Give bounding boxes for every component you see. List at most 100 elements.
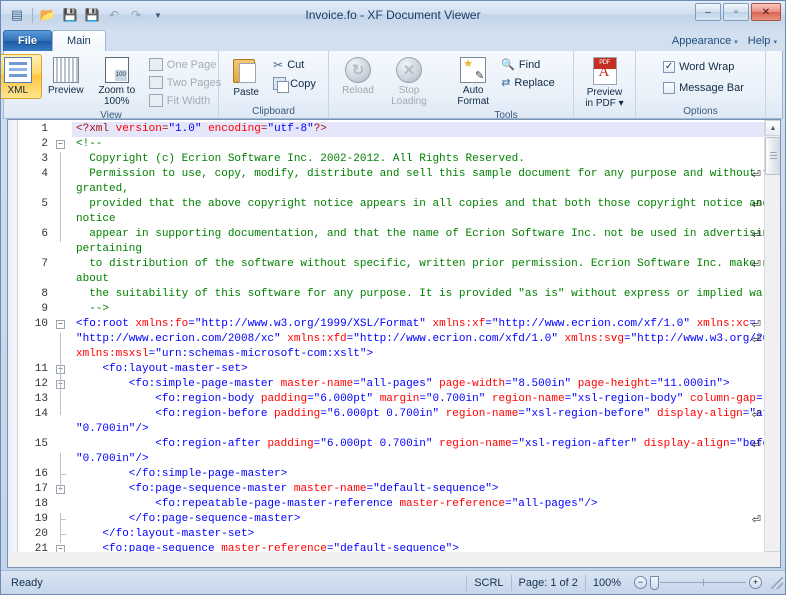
zoom-out-button[interactable]: − <box>634 576 647 589</box>
find-icon: 🔍 <box>501 59 515 71</box>
save-as-icon[interactable]: 💾 <box>82 5 102 25</box>
code-line[interactable]: notice <box>72 212 764 227</box>
button-fit-width[interactable]: Fit Width <box>146 92 226 109</box>
code-line[interactable]: <fo:page-sequence-master master-name="de… <box>72 482 764 497</box>
button-two-pages[interactable]: Two Pages <box>146 74 226 91</box>
code-line[interactable]: granted, <box>72 182 764 197</box>
status-bar: Ready SCRL Page: 1 of 2 100% − + <box>1 570 785 594</box>
code-line[interactable]: <fo:root xmlns:fo="http://www.w3.org/199… <box>72 317 764 332</box>
code-token: <fo:layout-master-set> <box>76 363 248 375</box>
fold-collapse-icon[interactable]: − <box>56 140 65 149</box>
button-one-page[interactable]: One Page <box>146 56 226 73</box>
maximize-button[interactable]: ▫ <box>723 3 749 21</box>
code-line[interactable]: the suitability of this software for any… <box>72 287 764 302</box>
code-line[interactable]: </fo:page-sequence-master> <box>72 512 764 527</box>
customize-qat-icon[interactable]: ▼ <box>148 5 168 25</box>
code-line[interactable]: "http://www.ecrion.com/2008/xc" xmlns:xf… <box>72 332 764 347</box>
code-line[interactable]: <fo:repeatable-page-master-reference mas… <box>72 497 764 512</box>
code-line[interactable]: "0.700in"/> <box>72 452 764 467</box>
code-line[interactable]: <fo:region-before padding="6.000pt 0.700… <box>72 407 764 422</box>
code-line[interactable]: provided that the above copyright notice… <box>72 197 764 212</box>
resize-grip-icon[interactable] <box>771 576 783 589</box>
replace-icon: ⇄ <box>501 77 511 89</box>
button-replace[interactable]: ⇄ Replace <box>498 74 560 91</box>
app-icon[interactable]: ▤ <box>7 5 27 25</box>
button-xml-view[interactable]: XML <box>1 54 42 99</box>
button-preview-view[interactable]: Preview <box>42 54 90 99</box>
editor-vertical-scrollbar[interactable]: ▲ ▼ <box>764 120 780 567</box>
code-token: "xsl-region-before" <box>524 408 651 420</box>
code-line[interactable]: <!-- <box>72 137 764 152</box>
scroll-thumb[interactable] <box>765 137 780 175</box>
tab-file[interactable]: File <box>3 30 52 51</box>
fold-cell: − <box>52 317 72 332</box>
menu-help[interactable]: Help ▾ <box>748 35 777 47</box>
button-copy[interactable]: Copy <box>270 75 321 93</box>
code-line[interactable]: appear in supporting documentation, and … <box>72 227 764 242</box>
button-label: Fit Width <box>166 94 211 107</box>
code-line[interactable]: Permission to use, copy, modify, distrib… <box>72 167 764 182</box>
checkbox-word-wrap[interactable]: ✓ Word Wrap <box>660 59 739 75</box>
redo-icon[interactable]: ↷ <box>126 5 146 25</box>
code-token: "http://www.ecrion.com/xfd/1.0" <box>353 333 558 345</box>
code-token: "http://www.w3.org/1999/XSL/Format" <box>194 318 426 330</box>
button-auto-format[interactable]: Auto Format <box>450 54 496 110</box>
ribbon-group-clipboard: Paste ✂ Cut Copy Clipboard <box>219 51 329 118</box>
open-icon[interactable]: 📂 <box>38 5 58 25</box>
minimize-button[interactable]: – <box>695 3 721 21</box>
zoom-in-button[interactable]: + <box>749 576 762 589</box>
code-line[interactable]: </fo:simple-page-master> <box>72 467 764 482</box>
zoom-slider[interactable]: − + <box>628 575 768 590</box>
code-line[interactable]: <fo:region-body padding="6.000pt" margin… <box>72 392 764 407</box>
button-find[interactable]: 🔍 Find <box>498 56 560 73</box>
fold-cell <box>52 467 72 482</box>
code-line[interactable]: Copyright (c) Ecrion Software Inc. 2002-… <box>72 152 764 167</box>
button-paste[interactable]: Paste <box>224 54 268 101</box>
menu-appearance[interactable]: Appearance ▾ <box>672 35 738 47</box>
tools-actions: 🔍 Find ⇄ Replace <box>496 54 562 91</box>
button-zoom-to-100[interactable]: Zoom to 100% <box>90 54 144 110</box>
code-line[interactable]: <fo:layout-master-set> <box>72 362 764 377</box>
scroll-up-icon[interactable]: ▲ <box>765 120 780 136</box>
checkbox-unchecked-icon <box>663 82 676 94</box>
xml-editor[interactable]: 1234567891011121314151617181920212223242… <box>7 119 781 568</box>
code-text-area[interactable]: <?xml version="1.0" encoding="utf-8"?> <!… <box>72 120 764 567</box>
code-token: region-name <box>445 408 519 420</box>
close-button[interactable]: ✕ <box>751 3 781 21</box>
line-number <box>18 212 52 227</box>
tab-main[interactable]: Main <box>51 30 106 51</box>
checkbox-message-bar[interactable]: Message Bar <box>660 80 749 96</box>
code-line[interactable]: </fo:layout-master-set> <box>72 527 764 542</box>
button-cut[interactable]: ✂ Cut <box>270 56 321 74</box>
reload-icon: ↻ <box>345 57 371 83</box>
code-token: <fo:simple-page-master <box>76 378 281 390</box>
code-line[interactable]: "0.700in"/> <box>72 422 764 437</box>
button-preview-in-pdf[interactable]: Preview in PDF ▾ <box>578 54 632 112</box>
fold-collapse-icon[interactable]: − <box>56 320 65 329</box>
code-line[interactable]: about <box>72 272 764 287</box>
code-folding-gutter[interactable]: −−−−−−−−−− <box>52 120 72 567</box>
line-number: 5 <box>41 198 48 210</box>
code-line[interactable]: <?xml version="1.0" encoding="utf-8"?> <box>72 122 764 137</box>
code-line[interactable]: <fo:region-after padding="6.000pt 0.700i… <box>72 437 764 452</box>
status-zoom-level[interactable]: 100% <box>584 574 628 591</box>
zoom-slider-knob[interactable] <box>650 575 659 590</box>
zoom-slider-track[interactable] <box>660 579 746 586</box>
word-wrap-marker-icon: ⏎ <box>751 438 761 451</box>
code-token: xmlns:xf <box>432 318 486 330</box>
code-line[interactable]: to distribution of the software without … <box>72 257 764 272</box>
code-token: ?> <box>313 123 327 135</box>
code-line[interactable]: <fo:simple-page-master master-name="all-… <box>72 377 764 392</box>
word-wrap-marker-icon: ⏎ <box>751 198 761 211</box>
fold-guide-line <box>60 363 61 415</box>
chevron-down-icon: ▾ <box>734 39 738 46</box>
save-icon[interactable]: 💾 <box>60 5 80 25</box>
code-line[interactable]: --> <box>72 302 764 317</box>
button-stop-loading[interactable]: ✕ Stop Loading <box>383 54 435 110</box>
button-reload[interactable]: ↻ Reload <box>333 54 383 99</box>
code-line[interactable]: pertaining <box>72 242 764 257</box>
undo-icon[interactable]: ↶ <box>104 5 124 25</box>
editor-horizontal-scrollbar[interactable] <box>7 552 781 568</box>
code-line[interactable]: xmlns:msxsl="urn:schemas-microsoft-com:x… <box>72 347 764 362</box>
